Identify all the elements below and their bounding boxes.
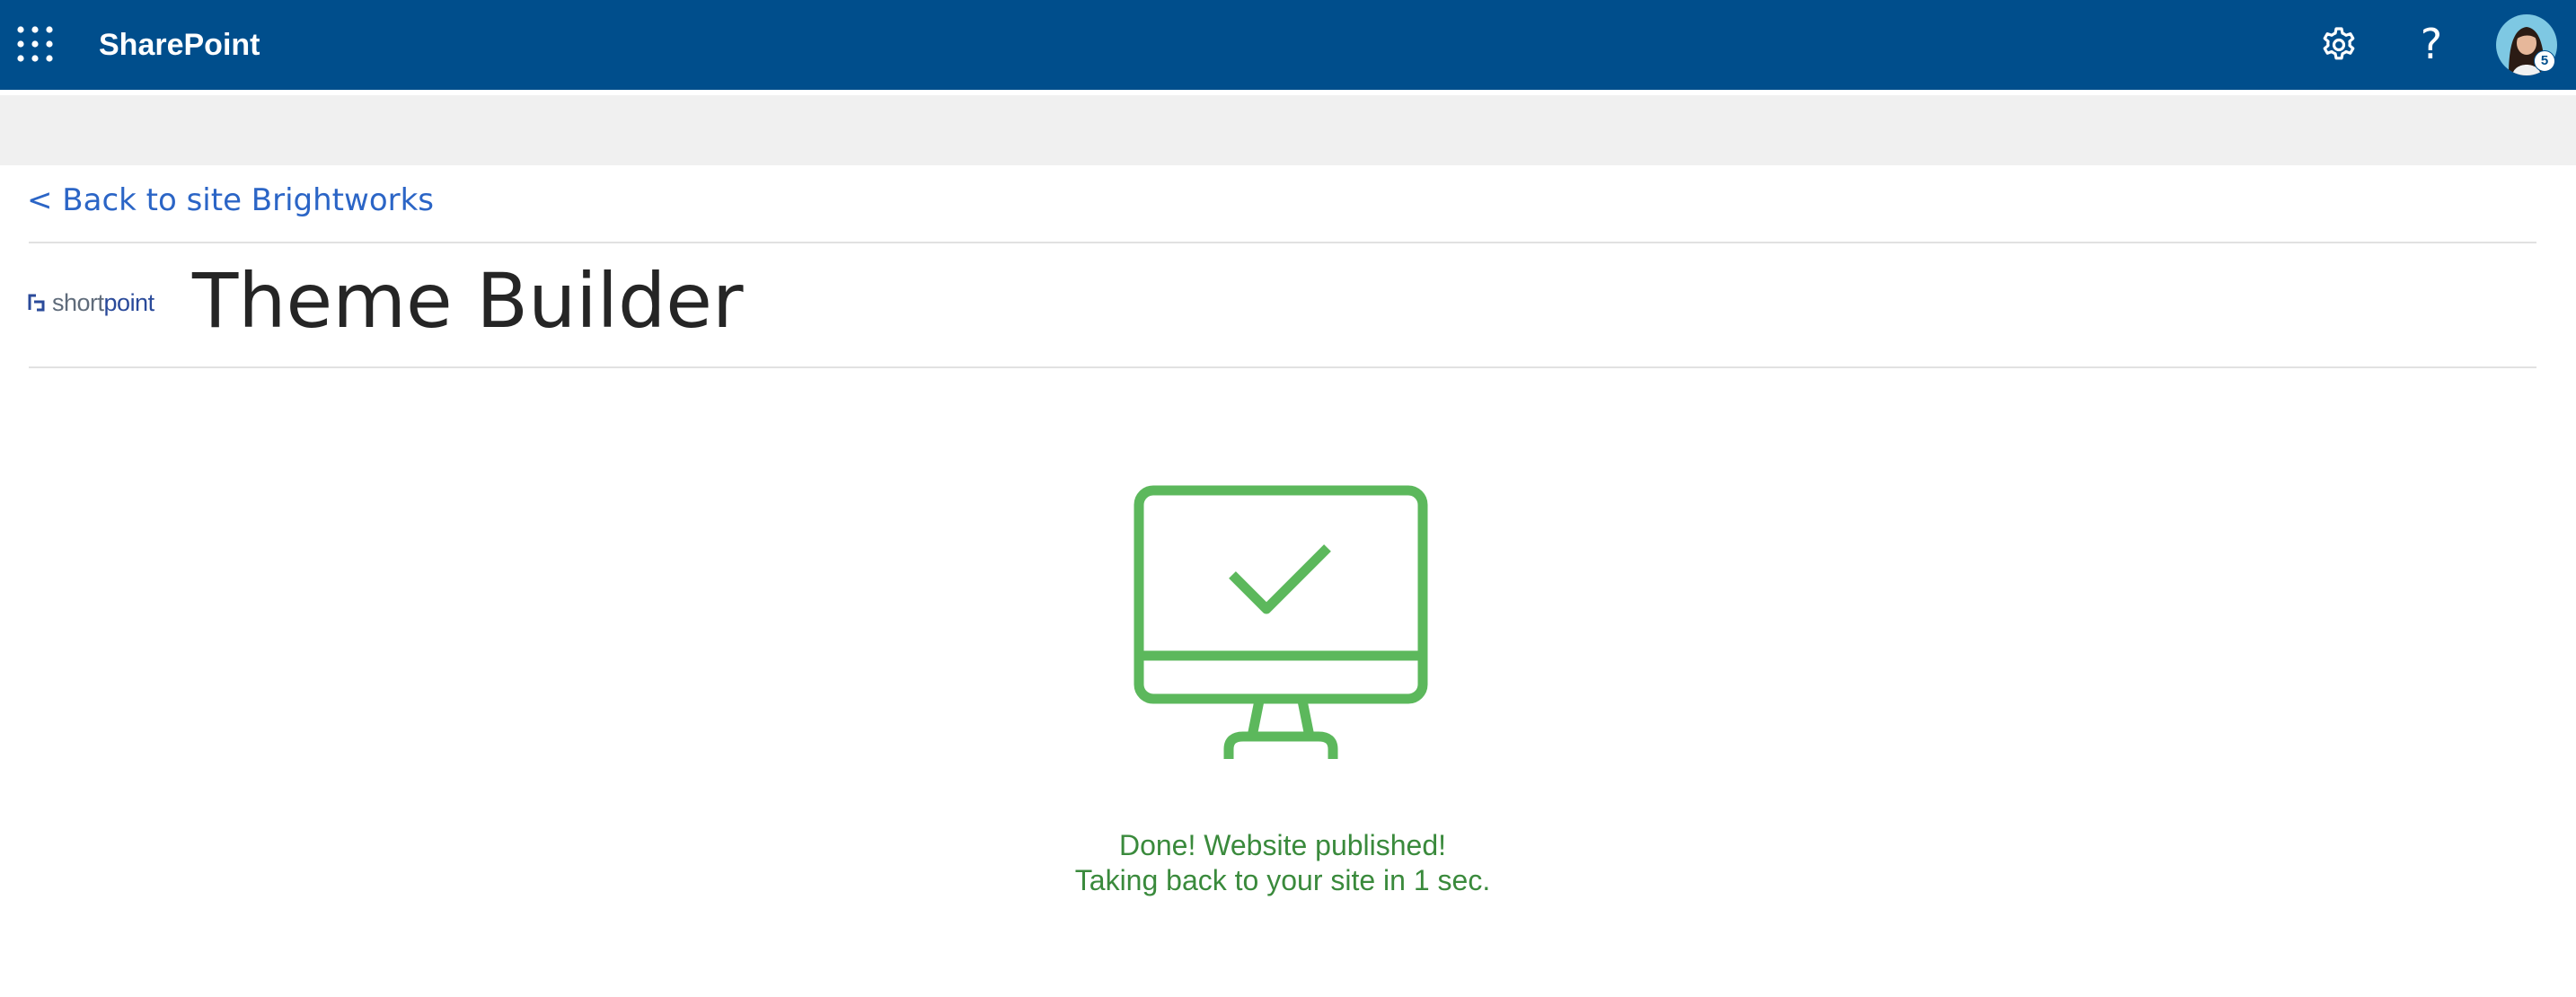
publish-status: Done! Website published! Taking back to … [0,828,2565,898]
shortpoint-logo: short point [27,287,154,318]
waffle-icon[interactable] [16,25,54,63]
shortpoint-mark-icon [28,294,45,312]
divider [29,366,2536,368]
status-line-2: Taking back to your site in 1 sec. [1074,864,1491,896]
monitor-check-icon [1134,485,1428,759]
back-to-site-link[interactable]: < Back to site Brightworks [27,182,434,218]
divider [29,242,2536,243]
suite-bar: SharePoint ? 5 [0,0,2576,90]
notification-badge: 5 [2534,50,2555,72]
app-title[interactable]: SharePoint [99,0,260,90]
page-title: Theme Builder [192,257,744,345]
command-bar [0,95,2576,165]
help-button[interactable]: ? [2410,16,2453,72]
status-line-1: Done! Website published! [1118,829,1447,861]
gear-icon[interactable] [2317,23,2360,66]
logo-text-bold: point [103,288,155,316]
logo-text-light: short [52,288,104,316]
